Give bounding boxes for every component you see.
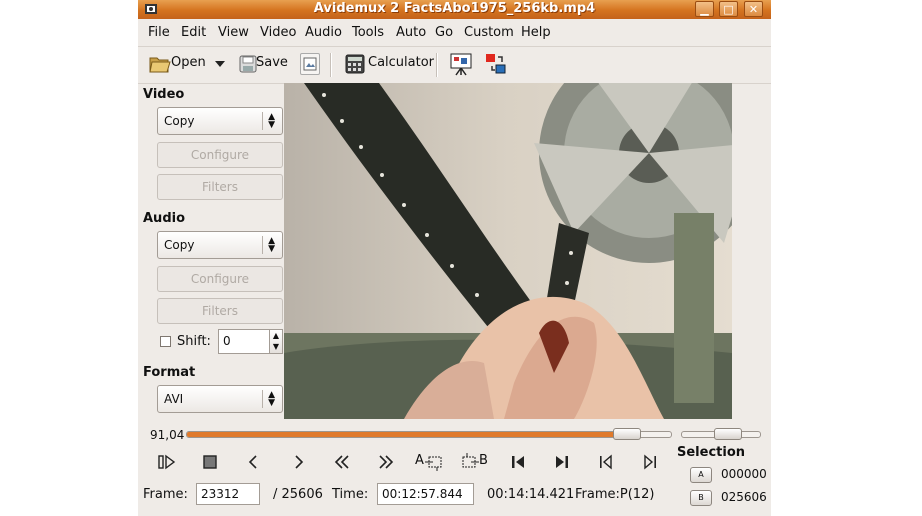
video-section-label: Video bbox=[143, 87, 185, 102]
menu-tools[interactable]: Tools bbox=[352, 25, 384, 40]
preview-display-icon[interactable] bbox=[449, 52, 473, 76]
spin-up-icon: ▲ bbox=[272, 331, 280, 340]
menu-view[interactable]: View bbox=[218, 25, 249, 40]
dropdown-arrow-icon[interactable] bbox=[215, 61, 225, 67]
play-icon[interactable] bbox=[156, 452, 178, 472]
next-frame-icon[interactable] bbox=[287, 452, 309, 472]
combo-divider bbox=[262, 390, 263, 408]
minimize-icon: ▁ bbox=[700, 3, 709, 16]
audio-section-label: Audio bbox=[143, 211, 186, 226]
combo-divider bbox=[262, 112, 263, 130]
audio-configure-button[interactable]: Configure bbox=[157, 266, 283, 292]
frame-type: Frame:P(12) bbox=[575, 487, 655, 502]
selection-b-button[interactable]: B bbox=[690, 490, 712, 506]
menu-help[interactable]: Help bbox=[521, 25, 551, 40]
swap-output-icon[interactable] bbox=[484, 52, 508, 76]
spin-down-icon: ▼ bbox=[272, 342, 280, 351]
maximize-icon: □ bbox=[723, 3, 734, 16]
format-value: AVI bbox=[164, 392, 184, 406]
video-codec-value: Copy bbox=[164, 114, 195, 128]
updown-arrows-icon: ▲ ▼ bbox=[268, 390, 275, 408]
go-to-start-icon[interactable] bbox=[507, 452, 529, 472]
position-slider-fill bbox=[187, 432, 628, 437]
duration-value: 00:14:14.421 bbox=[487, 487, 575, 502]
frame-input[interactable]: 23312 bbox=[196, 483, 260, 505]
updown-arrows-icon: ▲ ▼ bbox=[268, 112, 275, 130]
previous-frame-icon[interactable] bbox=[243, 452, 265, 472]
close-button[interactable]: ✕ bbox=[744, 1, 763, 17]
calculator-button[interactable]: Calculator bbox=[368, 55, 434, 70]
menu-edit[interactable]: Edit bbox=[181, 25, 206, 40]
audio-codec-value: Copy bbox=[164, 238, 195, 252]
combo-divider bbox=[262, 236, 263, 254]
maximize-button[interactable]: □ bbox=[719, 1, 738, 17]
stop-icon[interactable] bbox=[199, 452, 221, 472]
menu-auto[interactable]: Auto bbox=[396, 25, 426, 40]
toolbar-separator bbox=[330, 53, 332, 77]
selection-b-value: 025606 bbox=[721, 490, 767, 504]
close-icon: ✕ bbox=[748, 3, 759, 16]
selection-a-button-label: A bbox=[698, 470, 704, 479]
menu-video[interactable]: Video bbox=[260, 25, 296, 40]
set-marker-b-icon bbox=[462, 453, 479, 468]
open-folder-icon[interactable] bbox=[149, 54, 171, 74]
marker-b-label: B bbox=[479, 453, 488, 468]
main-window: Avidemux 2 FactsAbo1975_256kb.mp4 ▁ □ ✕ … bbox=[138, 0, 771, 516]
shift-label: Shift: bbox=[177, 334, 211, 349]
shift-input[interactable]: 0 bbox=[218, 329, 270, 354]
save-disk-icon[interactable] bbox=[239, 55, 257, 73]
go-to-end-icon[interactable] bbox=[551, 452, 573, 472]
open-button[interactable]: Open bbox=[171, 55, 206, 70]
save-image-icon bbox=[303, 57, 317, 71]
frame-label: Frame: bbox=[143, 487, 188, 502]
time-label: Time: bbox=[332, 487, 369, 502]
selection-a-value: 000000 bbox=[721, 467, 767, 481]
position-slider-thumb[interactable] bbox=[612, 428, 641, 440]
format-select[interactable]: AVI ▲ ▼ bbox=[157, 385, 283, 413]
video-configure-button[interactable]: Configure bbox=[157, 142, 283, 168]
set-marker-a-icon bbox=[425, 456, 442, 471]
audio-codec-select[interactable]: Copy ▲ ▼ bbox=[157, 231, 283, 259]
fast-forward-icon[interactable] bbox=[375, 452, 397, 472]
next-keyframe-icon[interactable] bbox=[639, 452, 661, 472]
frame-total: / 25606 bbox=[273, 487, 323, 502]
position-value: 91,04 bbox=[150, 428, 185, 442]
marker-a-label: A bbox=[415, 453, 424, 468]
toolbar: Open Save Calculator bbox=[138, 46, 771, 84]
shift-checkbox[interactable] bbox=[160, 336, 171, 347]
save-image-button[interactable] bbox=[300, 53, 320, 75]
menu-bar: File Edit View Video Audio Tools Auto Go… bbox=[138, 21, 771, 45]
updown-arrows-icon: ▲ ▼ bbox=[268, 236, 275, 254]
video-frame-image bbox=[284, 83, 732, 419]
set-marker-b-button[interactable]: B bbox=[459, 452, 489, 472]
toolbar-separator bbox=[436, 53, 438, 77]
menu-audio[interactable]: Audio bbox=[305, 25, 342, 40]
set-marker-a-button[interactable]: A bbox=[415, 452, 445, 472]
save-button[interactable]: Save bbox=[256, 55, 288, 70]
window-title: Avidemux 2 FactsAbo1975_256kb.mp4 bbox=[313, 1, 596, 16]
selection-a-button[interactable]: A bbox=[690, 467, 712, 483]
position-slider[interactable] bbox=[186, 431, 672, 438]
time-input[interactable]: 00:12:57.844 bbox=[377, 483, 474, 505]
video-codec-select[interactable]: Copy ▲ ▼ bbox=[157, 107, 283, 135]
shift-spinner[interactable]: ▲ ▼ bbox=[269, 329, 283, 354]
menu-go[interactable]: Go bbox=[435, 25, 453, 40]
format-section-label: Format bbox=[143, 365, 196, 380]
selection-b-button-label: B bbox=[698, 493, 704, 502]
menu-custom[interactable]: Custom bbox=[464, 25, 514, 40]
title-bar: Avidemux 2 FactsAbo1975_256kb.mp4 ▁ □ ✕ bbox=[138, 0, 771, 19]
calculator-icon[interactable] bbox=[345, 54, 365, 74]
menu-file[interactable]: File bbox=[148, 25, 170, 40]
video-preview bbox=[284, 83, 732, 419]
video-filters-button[interactable]: Filters bbox=[157, 174, 283, 200]
volume-slider-thumb[interactable] bbox=[713, 428, 742, 440]
rewind-icon[interactable] bbox=[331, 452, 353, 472]
selection-label: Selection bbox=[677, 445, 746, 460]
minimize-button[interactable]: ▁ bbox=[695, 1, 714, 17]
audio-filters-button[interactable]: Filters bbox=[157, 298, 283, 324]
previous-keyframe-icon[interactable] bbox=[595, 452, 617, 472]
